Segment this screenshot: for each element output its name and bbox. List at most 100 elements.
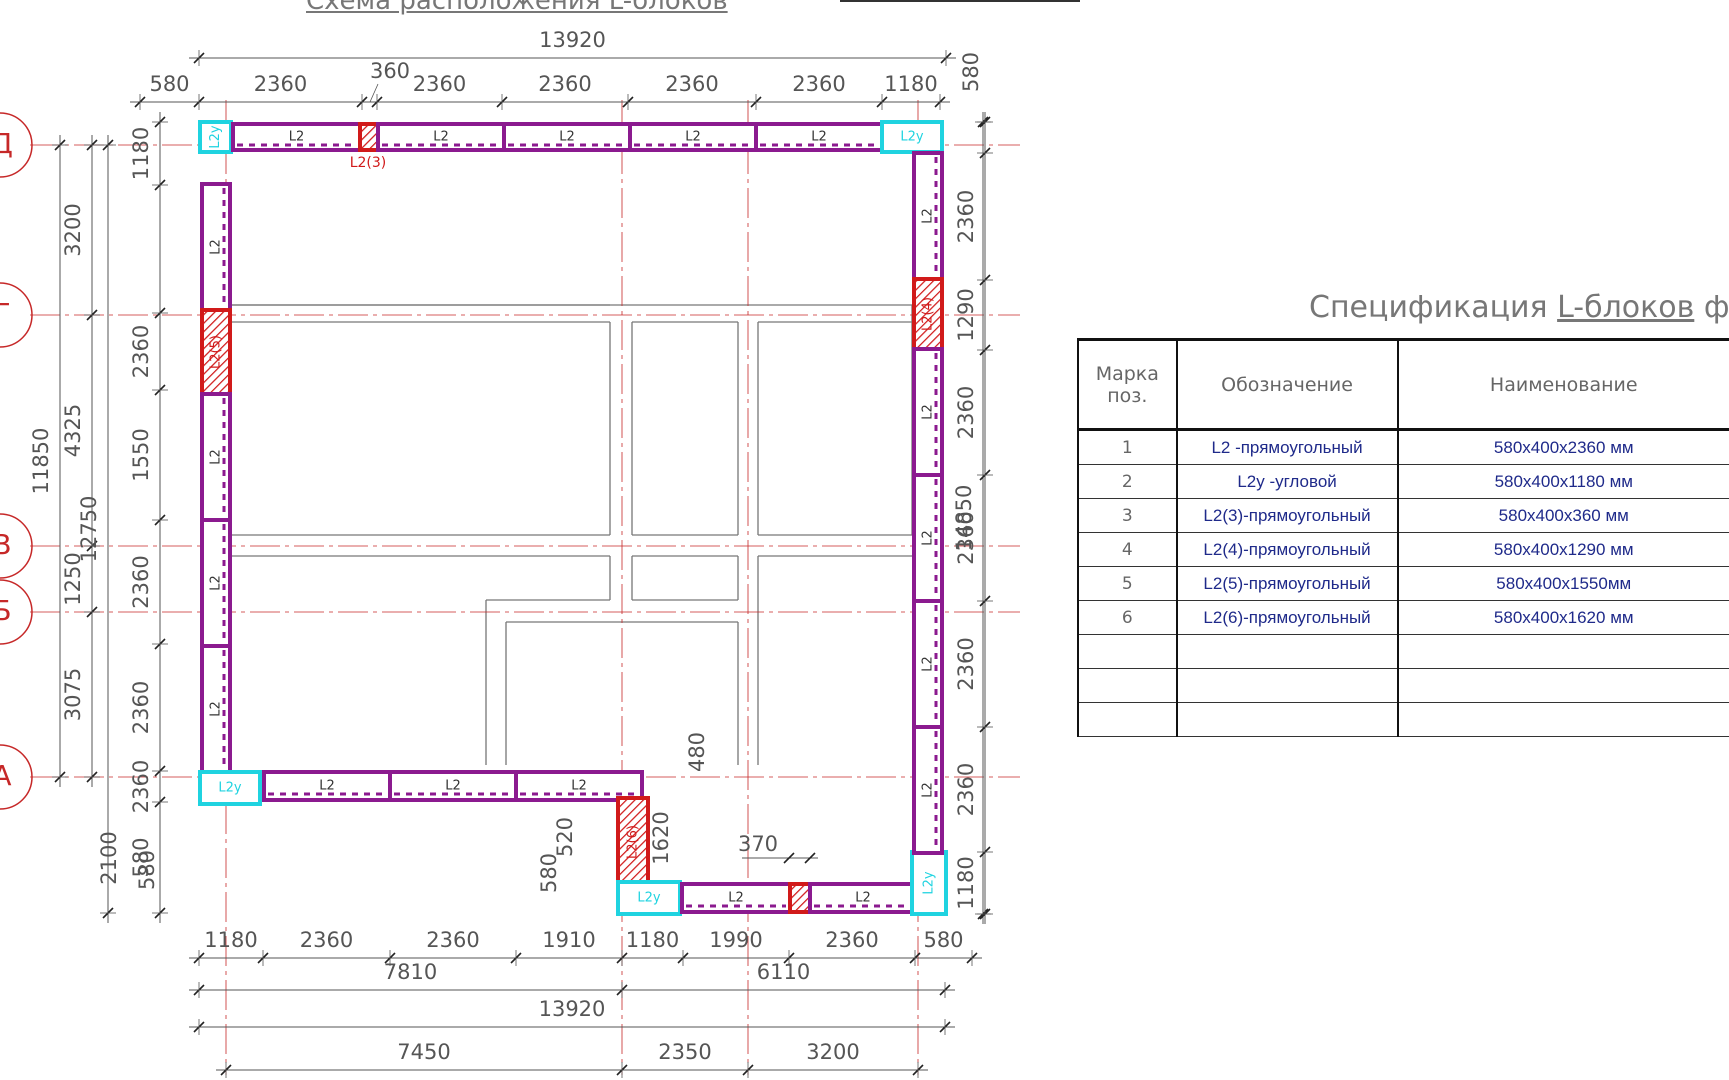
dim-text-2100: 2100 [97, 831, 121, 884]
block-label: L2у [218, 781, 242, 796]
spec-title-underlined: L-блоков [1557, 290, 1695, 325]
spec-cell-pos: 3 [1077, 498, 1177, 533]
block-label: L2 [289, 130, 305, 145]
spec-row: 1 L2 -прямоугольный 580х400х2360 мм [1077, 429, 1729, 465]
dim-text: 7450 [397, 1040, 450, 1064]
dim-text: 3200 [61, 203, 85, 256]
dim-text: 2360 [954, 637, 978, 690]
spec-cell-pos: 6 [1077, 600, 1177, 635]
dim-text: 2360 [129, 555, 153, 608]
block-label: L2 [209, 239, 224, 255]
dim-text: 2360 [254, 72, 307, 96]
interior-walls [232, 304, 913, 765]
spec-cell-pos: 2 [1077, 464, 1177, 499]
block-label: L2у [208, 125, 223, 149]
dim-text: 2360 [426, 928, 479, 952]
spec-cell-pos [1077, 634, 1177, 669]
dim-text: 1910 [542, 928, 595, 952]
spec-cell-pos: 1 [1077, 429, 1177, 465]
block-label: L2 [209, 701, 224, 717]
dim-text: 2360 [538, 72, 591, 96]
dim-text: 1180 [204, 928, 257, 952]
dim-text-370: 370 [738, 832, 778, 856]
axis-label: Б [0, 594, 12, 627]
spec-row: 3 L2(3)-прямоугольный 580х400х360 мм [1077, 498, 1729, 533]
block-label: L2 [209, 449, 224, 465]
spec-cell-pos: 5 [1077, 566, 1177, 601]
block-label: L2 [209, 575, 224, 591]
dim-text: 1180 [954, 856, 978, 909]
spec-cell-pos: 4 [1077, 532, 1177, 567]
dim-text: 4325 [61, 404, 85, 457]
spec-row [1077, 668, 1729, 703]
block-label: L2у [900, 130, 924, 145]
block-label: L2у [637, 891, 661, 906]
dim-text-1620: 1620 [649, 811, 673, 864]
dim-text: 1180 [884, 72, 937, 96]
block-label: L2 [921, 656, 936, 672]
dim-text: 1550 [129, 428, 153, 481]
dim-text: 580 [923, 928, 963, 952]
axis-label: Г [0, 297, 11, 330]
dim-text: 1180 [626, 928, 679, 952]
dim-text: 1250 [61, 552, 85, 605]
dim-text-580: 580 [135, 850, 159, 890]
block-l2-special [788, 882, 812, 914]
dim-text: 2360 [954, 190, 978, 243]
axis-label: Д [0, 127, 13, 160]
spec-cell-code [1175, 668, 1398, 703]
dim-text-top-right: 580 [959, 52, 983, 92]
header-designation: Обозначение [1175, 338, 1398, 431]
block-label: L2 [921, 404, 936, 420]
block-label: L2(6) [626, 825, 641, 859]
dim-text: 2360 [129, 325, 153, 378]
block-label: L2 [921, 208, 936, 224]
spec-row [1077, 634, 1729, 669]
block-label: L2 [445, 779, 461, 794]
dim-text: 2360 [825, 928, 878, 952]
block-label: L2(5) [209, 335, 224, 369]
block-l2-special [358, 122, 380, 152]
block-label: L2(4) [921, 297, 936, 331]
dim-text: 2360 [129, 681, 153, 734]
spec-table: Марка поз. Обозначение Наименование 1 L2 … [1077, 338, 1729, 737]
block-label: L2 [921, 530, 936, 546]
header-name: Наименование [1396, 338, 1729, 431]
spec-cell-pos [1077, 702, 1177, 737]
block-label: L2 [571, 779, 587, 794]
spec-row: 2 L2у -угловой 580х400х1180 мм [1077, 464, 1729, 499]
dim-text: 3075 [61, 668, 85, 721]
spec-cell-name: 580х400х2360 мм [1396, 429, 1729, 465]
spec-cell-code: L2 -прямоугольный [1175, 429, 1398, 465]
dim-text: 11850 [29, 428, 53, 495]
block-label: L2 [319, 779, 335, 794]
dim-text: 1180 [129, 127, 153, 180]
dim-text: 13920 [539, 28, 606, 52]
spec-header-row: Марка поз. Обозначение Наименование [1077, 338, 1729, 431]
spec-cell-code: L2(5)-прямоугольный [1175, 566, 1398, 601]
spec-cell-name [1396, 702, 1729, 737]
dim-text: 1290 [954, 288, 978, 341]
block-label: L2 [559, 130, 575, 145]
spec-cell-code: L2у -угловой [1175, 464, 1398, 499]
dim-text: 2360 [792, 72, 845, 96]
spec-cell-code: L2(6)-прямоугольный [1175, 600, 1398, 635]
dim-text: 2360 [665, 72, 718, 96]
spec-cell-name [1396, 668, 1729, 703]
spec-row: 4 L2(4)-прямоугольный 580х400х1290 мм [1077, 532, 1729, 567]
block-label: L2 [921, 782, 936, 798]
axis-label: А [0, 759, 12, 792]
spec-cell-code [1175, 634, 1398, 669]
block-label: L2у [922, 871, 937, 895]
dim-text: 2360 [954, 763, 978, 816]
block-label: L2 [728, 891, 744, 906]
spec-row: 5 L2(5)-прямоугольный 580х400х1550мм [1077, 566, 1729, 601]
spec-cell-code [1175, 702, 1398, 737]
dim-text-580-notch: 580 [537, 853, 561, 893]
spec-row [1077, 702, 1729, 737]
foundation-blocks [198, 120, 948, 916]
spec-cell-name: 580х400х1550мм [1396, 566, 1729, 601]
spec-cell-name: 580х400х1620 мм [1396, 600, 1729, 635]
dim-text: 6110 [757, 960, 810, 984]
spec-cell-code: L2(3)-прямоугольный [1175, 498, 1398, 533]
